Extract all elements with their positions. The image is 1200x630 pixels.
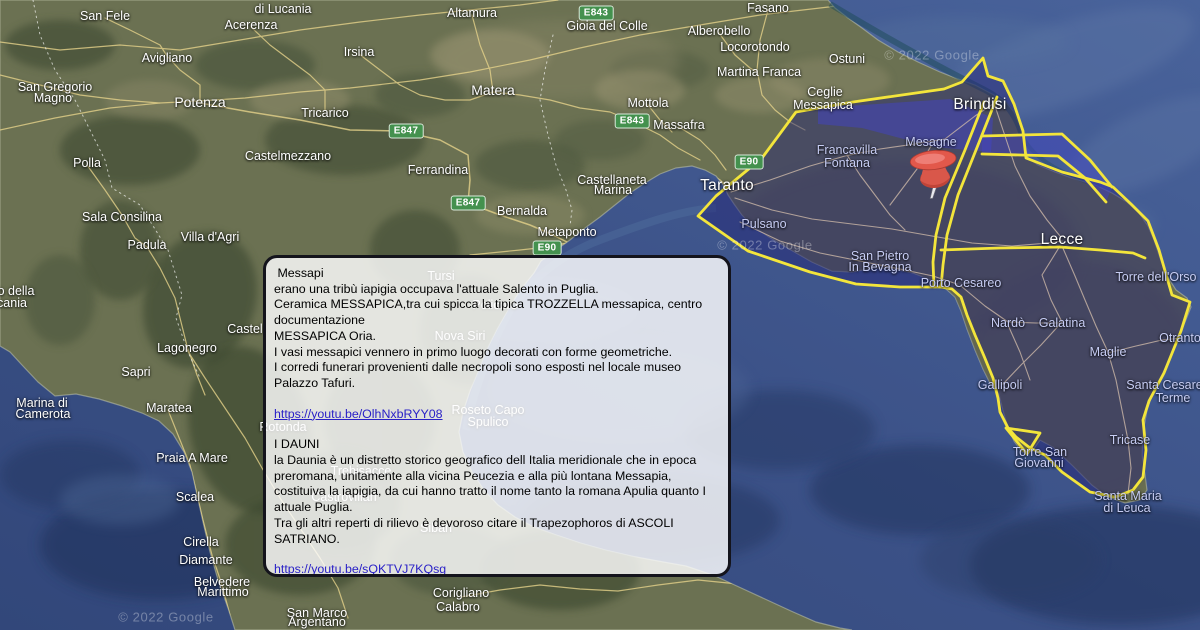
- messapi-section: Messapi erano una tribù iapigia occupava…: [274, 266, 720, 422]
- map-view: di LucaniaSan FeleAcerenzaAltamuraGioia …: [0, 0, 1200, 630]
- dauni-text: I DAUNI la Daunia è un distretto storico…: [274, 437, 720, 547]
- info-panel: Messapi erano una tribù iapigia occupava…: [263, 255, 731, 577]
- messapi-video-link[interactable]: https://youtu.be/OlhNxbRYY08: [274, 407, 443, 423]
- messapi-text: Messapi erano una tribù iapigia occupava…: [274, 266, 720, 392]
- dauni-video-link[interactable]: https://youtu.be/sQKTVJ7KQsg: [274, 562, 446, 577]
- dauni-section: I DAUNI la Daunia è un distretto storico…: [274, 437, 720, 577]
